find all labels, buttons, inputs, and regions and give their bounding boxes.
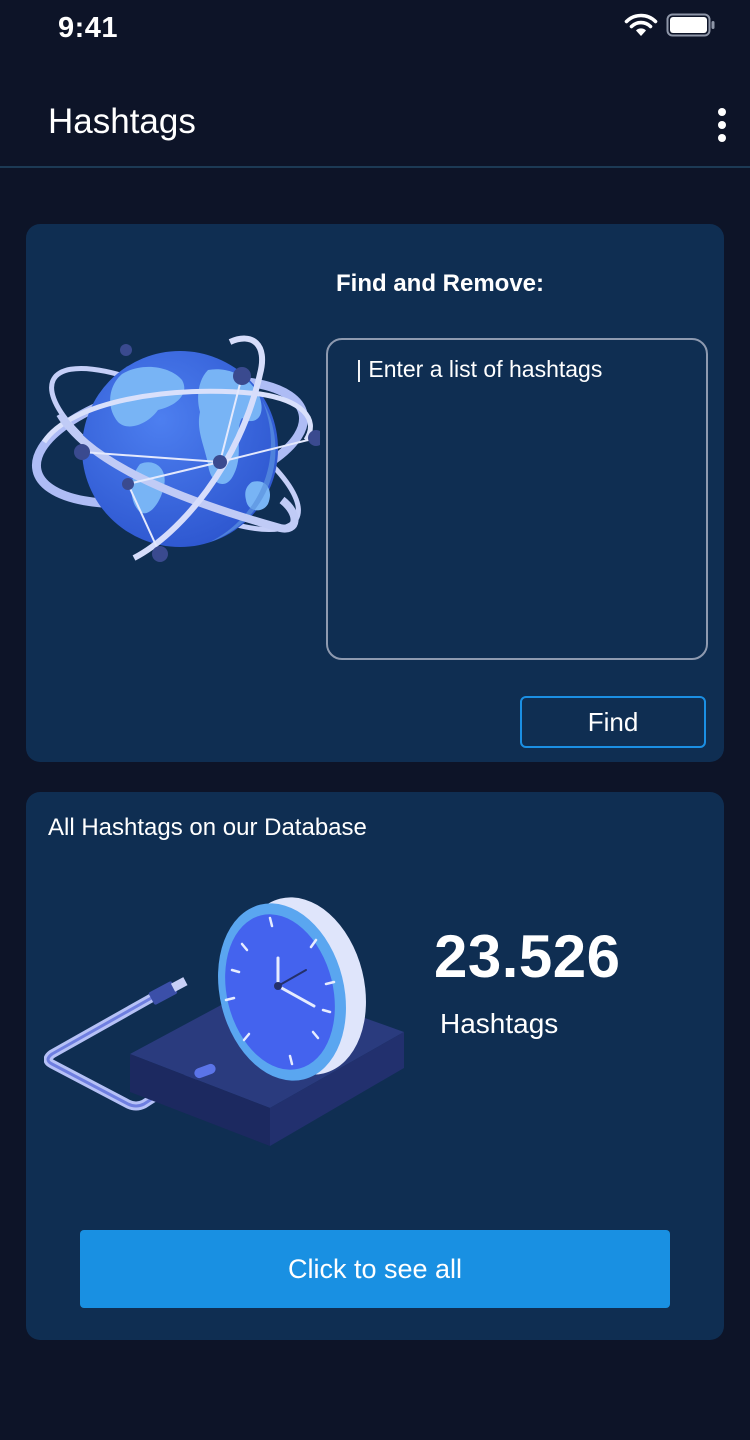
app-bar: Hashtags (0, 80, 750, 168)
find-button[interactable]: Find (520, 696, 706, 748)
more-vertical-icon (718, 108, 726, 116)
status-bar: 9:41 (0, 0, 750, 60)
wifi-icon (624, 13, 658, 36)
see-all-button[interactable]: Click to see all (80, 1230, 670, 1308)
globe-illustration (31, 335, 320, 562)
hashtag-input[interactable] (326, 338, 708, 660)
battery-icon (666, 13, 715, 37)
database-title: All Hashtags on our Database (48, 814, 367, 841)
screen: 9:41 Hashtags Find and Remove: | Enter a… (0, 0, 750, 1440)
find-remove-card: Find and Remove: Find (26, 224, 724, 762)
status-time: 9:41 (58, 12, 119, 44)
database-card: All Hashtags on our Database 23.526 Hash… (26, 792, 724, 1340)
more-vertical-icon (718, 134, 726, 142)
hashtag-count: 23.526 (434, 923, 621, 990)
clock-database-illustration (44, 897, 404, 1146)
more-options-button[interactable] (702, 102, 742, 148)
find-remove-title: Find and Remove: (336, 270, 545, 297)
hashtag-count-unit: Hashtags (440, 1008, 559, 1039)
more-vertical-icon (718, 121, 726, 129)
page-title: Hashtags (48, 102, 196, 141)
